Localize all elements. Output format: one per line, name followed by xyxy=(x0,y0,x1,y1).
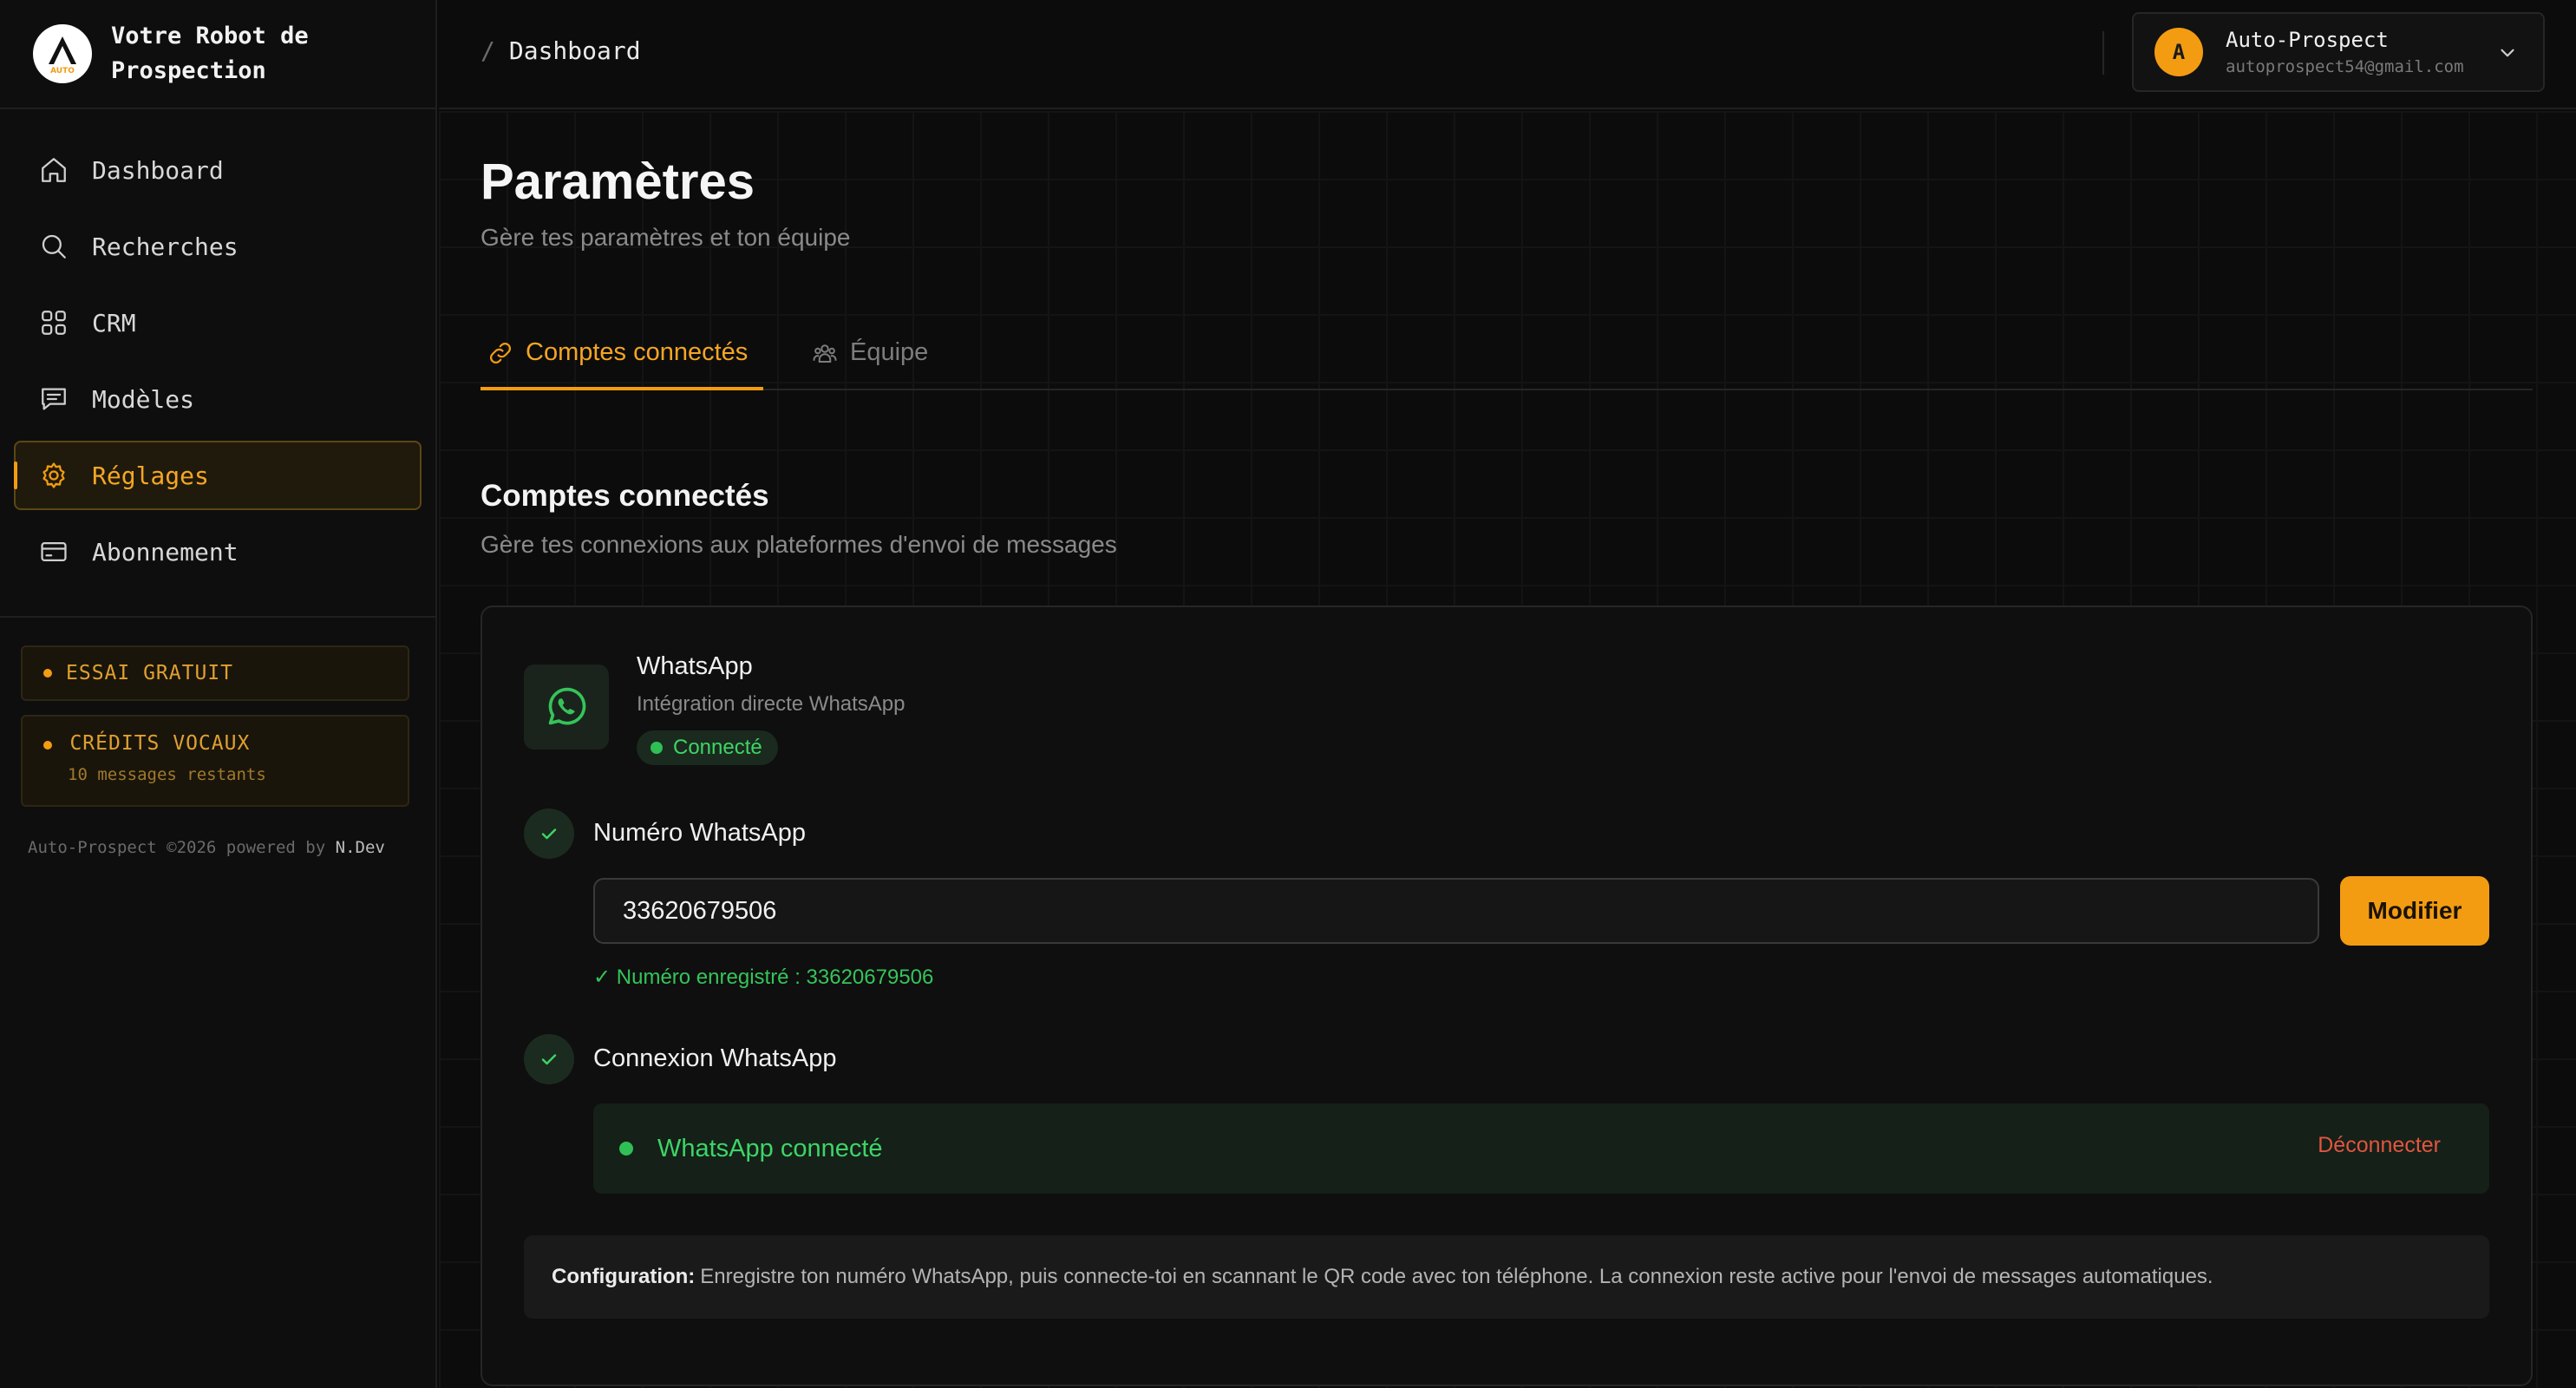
sidebar-item-label: Réglages xyxy=(92,461,209,490)
disconnect-button[interactable]: Déconnecter xyxy=(2318,1133,2441,1158)
footer-author-link[interactable]: N.Dev xyxy=(336,838,385,857)
page-title: Paramètres xyxy=(481,154,755,210)
topbar: / Dashboard A Auto-Prospect autoprospect5… xyxy=(439,0,2576,109)
account-name: Auto-Prospect xyxy=(2226,28,2389,52)
account-email: autoprospect54@gmail.com xyxy=(2226,57,2464,76)
logo: AUTO xyxy=(33,24,92,83)
whatsapp-icon xyxy=(524,665,609,750)
credits-badge-label: CRÉDITS VOCAUX xyxy=(69,732,251,755)
credit-card-icon xyxy=(38,536,69,567)
grid-icon xyxy=(38,307,69,338)
chevron-down-icon xyxy=(2496,42,2519,69)
sidebar-item-recherches[interactable]: Recherches xyxy=(14,212,422,281)
whatsapp-card: WhatsApp Intégration directe WhatsApp Co… xyxy=(481,606,2533,1386)
sidebar-item-reglages[interactable]: Réglages xyxy=(14,441,422,510)
brand[interactable]: AUTO Votre Robot de Prospection xyxy=(0,0,435,109)
configuration-text: Enregistre ton numéro WhatsApp, puis con… xyxy=(700,1265,2213,1288)
gear-icon xyxy=(38,460,69,491)
modify-button[interactable]: Modifier xyxy=(2340,876,2489,946)
tab-label: Équipe xyxy=(850,338,929,366)
configuration-note: Configuration: Enregistre ton numéro Wha… xyxy=(524,1235,2489,1319)
breadcrumb-separator: / xyxy=(481,36,495,65)
tab-comptes-connectes[interactable]: Comptes connectés xyxy=(481,323,763,390)
team-icon xyxy=(813,344,837,363)
status-dot-icon xyxy=(651,742,663,754)
main-content: Paramètres Gère tes paramètres et ton éq… xyxy=(439,111,2576,1388)
status-dot-icon xyxy=(619,1142,633,1156)
credits-badge: CRÉDITS VOCAUX 10 messages restants xyxy=(21,715,409,807)
sidebar: AUTO Votre Robot de Prospection Dashboar… xyxy=(0,0,437,1388)
section-subtitle: Gère tes connexions aux plateformes d'en… xyxy=(481,531,1117,558)
status-badge-label: Connecté xyxy=(673,736,762,759)
status-dot-icon xyxy=(43,741,52,750)
sidebar-nav: Dashboard Recherches CRM Modèles Réglage… xyxy=(0,109,435,586)
configuration-label: Configuration: xyxy=(552,1265,696,1288)
sidebar-item-label: Recherches xyxy=(92,232,239,261)
check-icon xyxy=(524,1034,574,1084)
avatar: A xyxy=(2154,28,2203,76)
phone-number-input[interactable] xyxy=(593,878,2319,944)
account-menu[interactable]: A Auto-Prospect autoprospect54@gmail.com xyxy=(2132,12,2545,92)
status-badge: Connecté xyxy=(637,730,778,765)
whatsapp-title: WhatsApp xyxy=(637,652,753,680)
trial-badge-label: ESSAI GRATUIT xyxy=(66,662,234,684)
sidebar-divider xyxy=(0,616,437,618)
footer-prefix: Auto-Prospect ©2026 powered by xyxy=(28,838,326,857)
sidebar-item-label: Modèles xyxy=(92,384,195,414)
whatsapp-description: Intégration directe WhatsApp xyxy=(637,692,906,716)
connection-status-text: WhatsApp connecté xyxy=(657,1134,883,1162)
step-connection-label: Connexion WhatsApp xyxy=(593,1044,837,1072)
link-icon xyxy=(489,342,512,364)
sidebar-item-crm[interactable]: CRM xyxy=(14,288,422,357)
check-icon xyxy=(524,809,574,859)
section-title: Comptes connectés xyxy=(481,479,769,513)
tab-bar: Comptes connectés Équipe xyxy=(481,323,2533,390)
home-icon xyxy=(38,154,69,186)
saved-number-note: ✓ Numéro enregistré : 33620679506 xyxy=(593,966,934,989)
sidebar-item-abonnement[interactable]: Abonnement xyxy=(14,517,422,586)
page-subtitle: Gère tes paramètres et ton équipe xyxy=(481,224,851,251)
topbar-divider xyxy=(2102,31,2104,75)
sidebar-item-modeles[interactable]: Modèles xyxy=(14,364,422,434)
credits-remaining: 10 messages restants xyxy=(68,765,266,784)
sidebar-item-label: Dashboard xyxy=(92,155,224,185)
tab-label: Comptes connectés xyxy=(526,338,749,366)
logo-text: AUTO xyxy=(50,67,75,75)
brand-title: Votre Robot de Prospection xyxy=(111,23,309,84)
breadcrumb-item-dashboard[interactable]: Dashboard xyxy=(509,36,641,65)
status-dot-icon xyxy=(43,669,52,678)
search-icon xyxy=(38,231,69,262)
message-icon xyxy=(38,383,69,415)
trial-badge: ESSAI GRATUIT xyxy=(21,645,409,701)
sidebar-item-dashboard[interactable]: Dashboard xyxy=(14,135,422,205)
sidebar-item-label: Abonnement xyxy=(92,537,239,566)
footer-note: Auto-Prospect ©2026 powered by N.Dev xyxy=(28,838,385,857)
robot-logo-icon: AUTO xyxy=(49,36,76,75)
tab-equipe[interactable]: Équipe xyxy=(812,323,928,390)
sidebar-item-label: CRM xyxy=(92,308,136,337)
breadcrumb: / Dashboard xyxy=(481,36,641,65)
connection-status-box: WhatsApp connecté Déconnecter xyxy=(593,1103,2489,1194)
step-phone-label: Numéro WhatsApp xyxy=(593,819,806,847)
